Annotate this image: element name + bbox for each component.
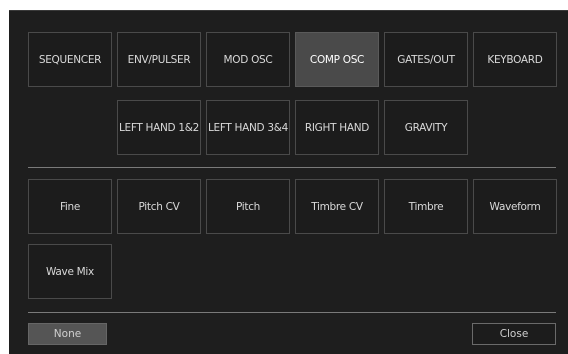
empty-slot — [28, 100, 112, 155]
tab-right-hand[interactable]: RIGHT HAND — [295, 100, 379, 155]
param-timbre[interactable]: Timbre — [384, 179, 468, 234]
tab-mod-osc[interactable]: MOD OSC — [206, 32, 290, 87]
parameter-row-1: Fine Pitch CV Pitch Timbre CV Timbre Wav… — [28, 179, 557, 234]
tab-comp-osc[interactable]: COMP OSC — [295, 32, 379, 87]
section-tabs-row-1: SEQUENCER ENV/PULSER MOD OSC COMP OSC GA… — [28, 32, 557, 87]
tab-keyboard[interactable]: KEYBOARD — [473, 32, 557, 87]
param-pitch[interactable]: Pitch — [206, 179, 290, 234]
modulation-target-panel: SEQUENCER ENV/PULSER MOD OSC COMP OSC GA… — [9, 10, 568, 354]
param-fine[interactable]: Fine — [28, 179, 112, 234]
close-button[interactable]: Close — [472, 323, 556, 345]
param-timbre-cv[interactable]: Timbre CV — [295, 179, 379, 234]
tab-left-hand-3-4[interactable]: LEFT HAND 3&4 — [206, 100, 290, 155]
tab-left-hand-1-2[interactable]: LEFT HAND 1&2 — [117, 100, 201, 155]
footer-divider — [28, 312, 556, 313]
param-wave-mix[interactable]: Wave Mix — [28, 244, 112, 299]
tab-env-pulser[interactable]: ENV/PULSER — [117, 32, 201, 87]
tab-gravity[interactable]: GRAVITY — [384, 100, 468, 155]
parameter-row-2: Wave Mix — [28, 244, 112, 299]
tab-sequencer[interactable]: SEQUENCER — [28, 32, 112, 87]
param-pitch-cv[interactable]: Pitch CV — [117, 179, 201, 234]
section-divider — [28, 167, 556, 168]
none-button[interactable]: None — [28, 323, 107, 345]
tab-gates-out[interactable]: GATES/OUT — [384, 32, 468, 87]
param-waveform[interactable]: Waveform — [473, 179, 557, 234]
section-tabs-row-2: LEFT HAND 1&2 LEFT HAND 3&4 RIGHT HAND G… — [28, 100, 468, 155]
